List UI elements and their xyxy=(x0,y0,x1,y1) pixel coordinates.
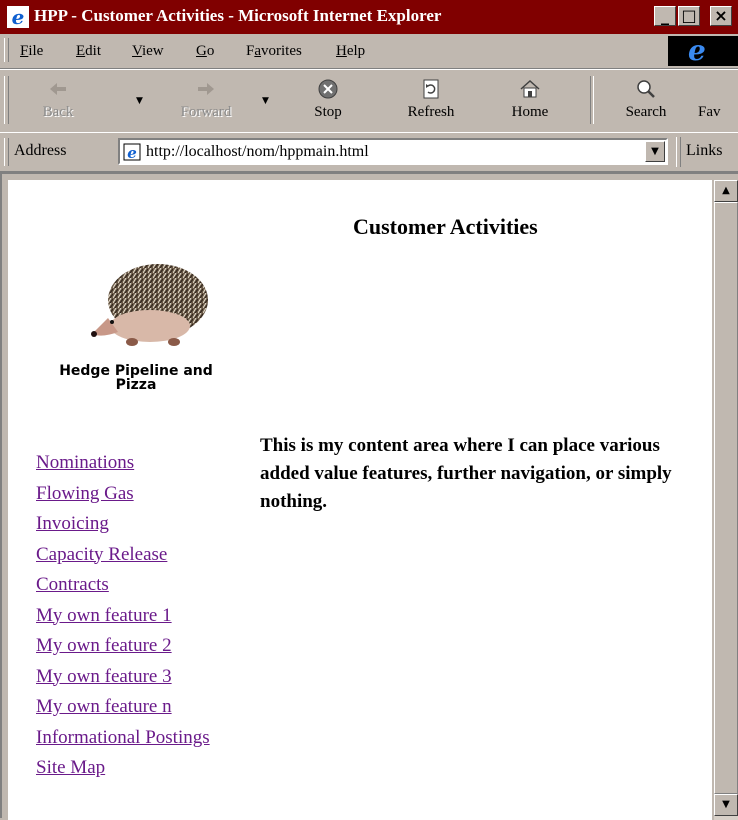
svg-text:e: e xyxy=(127,144,137,161)
nav-link-contracts[interactable]: Contracts xyxy=(36,570,210,601)
vertical-scrollbar[interactable]: ▲ ▼ xyxy=(714,180,738,820)
addressbar-grip[interactable] xyxy=(4,138,9,166)
forward-dropdown-icon[interactable]: ▼ xyxy=(262,96,269,106)
standard-toolbar: Back ▼ Forward ▼ Stop Refresh Home Searc… xyxy=(0,69,738,133)
logo-caption: Hedge Pipeline and Pizza xyxy=(59,363,213,393)
toolbar-grip[interactable] xyxy=(4,76,9,124)
menu-view[interactable]: View xyxy=(132,43,164,60)
nav-link-informational-postings[interactable]: Informational Postings xyxy=(36,723,210,754)
browser-viewport: Customer Activities Hedge Pipeline and P… xyxy=(0,172,738,820)
back-arrow-icon xyxy=(50,83,66,95)
search-icon xyxy=(637,80,655,98)
menu-favorites[interactable]: Favorites xyxy=(246,43,302,60)
window-title: HPP - Customer Activities - Microsoft In… xyxy=(34,6,442,25)
nav-link-nominations[interactable]: Nominations xyxy=(36,448,210,479)
search-button[interactable]: Search xyxy=(608,74,684,128)
menu-go[interactable]: Go xyxy=(196,43,214,60)
hedgehog-logo xyxy=(91,264,208,346)
content-area-text: This is my content area where I can plac… xyxy=(260,435,672,512)
nav-link-site-map[interactable]: Site Map xyxy=(36,753,210,784)
links-button[interactable]: Links xyxy=(686,142,722,160)
forward-button[interactable]: Forward xyxy=(156,74,256,128)
maximize-button[interactable]: □ xyxy=(678,6,700,26)
svg-text:e: e xyxy=(12,5,25,29)
address-input[interactable]: e http://localhost/nom/hppmain.html ▼ xyxy=(118,138,668,165)
home-icon xyxy=(520,79,540,98)
site-navigation: Nominations Flowing Gas Invoicing Capaci… xyxy=(36,448,210,784)
ie-page-icon: e xyxy=(123,143,141,161)
forward-arrow-icon xyxy=(198,83,214,95)
ie-app-icon: e xyxy=(7,5,29,29)
address-dropdown-icon[interactable]: ▼ xyxy=(645,141,665,162)
address-url: http://localhost/nom/hppmain.html xyxy=(146,143,369,160)
page-title: Customer Activities xyxy=(353,214,538,239)
menubar-grip[interactable] xyxy=(4,38,9,62)
refresh-icon xyxy=(423,79,439,99)
stop-icon xyxy=(318,79,338,99)
back-button[interactable]: Back xyxy=(14,74,102,128)
home-button[interactable]: Home xyxy=(494,74,566,128)
nav-link-capacity-release[interactable]: Capacity Release xyxy=(36,540,210,571)
address-bar: Address e http://localhost/nom/hppmain.h… xyxy=(0,132,738,172)
minimize-button[interactable]: _ xyxy=(654,6,676,26)
ie-throbber: e xyxy=(668,34,738,67)
close-button[interactable]: × xyxy=(710,6,732,26)
links-separator xyxy=(676,137,681,167)
title-bar: e HPP - Customer Activities - Microsoft … xyxy=(0,0,738,34)
address-label: Address xyxy=(14,142,67,159)
menu-bar: File Edit View Go Favorites Help e xyxy=(0,34,738,69)
nav-link-my-own-feature-2[interactable]: My own feature 2 xyxy=(36,631,210,662)
ie-logo-icon: e xyxy=(688,34,706,67)
menu-help[interactable]: Help xyxy=(336,43,365,60)
scroll-up-icon[interactable]: ▲ xyxy=(714,180,738,202)
nav-link-my-own-feature-3[interactable]: My own feature 3 xyxy=(36,662,210,693)
stop-button[interactable]: Stop xyxy=(292,74,364,128)
scroll-thumb[interactable] xyxy=(714,202,738,794)
favorites-button[interactable]: Fav xyxy=(694,74,738,128)
scroll-down-icon[interactable]: ▼ xyxy=(714,794,738,816)
toolbar-separator xyxy=(590,76,594,124)
menu-file[interactable]: File xyxy=(20,43,43,60)
page-content: Customer Activities Hedge Pipeline and P… xyxy=(8,180,712,820)
menu-edit[interactable]: Edit xyxy=(76,43,101,60)
nav-link-my-own-feature-1[interactable]: My own feature 1 xyxy=(36,601,210,632)
nav-link-invoicing[interactable]: Invoicing xyxy=(36,509,210,540)
back-dropdown-icon[interactable]: ▼ xyxy=(136,96,143,106)
nav-link-flowing-gas[interactable]: Flowing Gas xyxy=(36,479,210,510)
refresh-button[interactable]: Refresh xyxy=(386,74,476,128)
nav-link-my-own-feature-n[interactable]: My own feature n xyxy=(36,692,210,723)
